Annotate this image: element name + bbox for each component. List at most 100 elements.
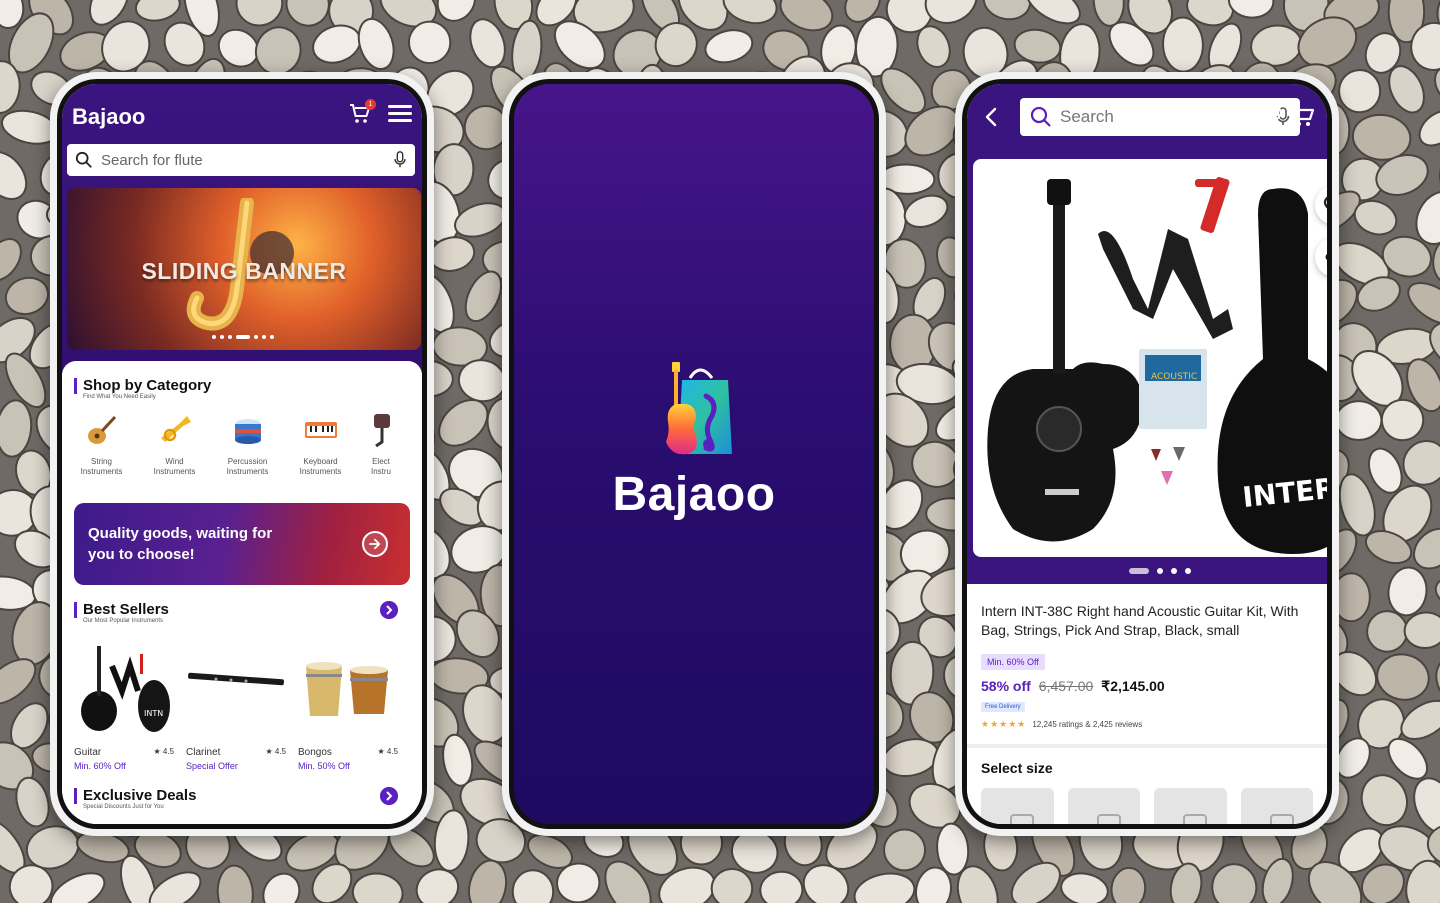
size-option[interactable] [1067,788,1140,824]
pebble [1162,16,1204,73]
category-string[interactable]: String Instruments [74,412,129,477]
best-sellers-subtitle: Our Most Popular Instruments [83,618,164,624]
pebble [1439,143,1440,195]
product-image-carousel[interactable]: ACOUSTIC INTERN [973,159,1327,557]
pebble [1227,0,1275,19]
category-percussion[interactable]: Percussion Instruments [220,412,275,477]
pebble [235,0,284,27]
discount-percent: 58% off [981,678,1031,694]
exclusive-deals-more-icon[interactable] [380,787,398,805]
cart-icon[interactable] [1289,103,1315,129]
pebble [1435,657,1440,701]
product-name: Guitar [74,747,102,758]
arrow-right-icon[interactable] [362,531,388,557]
mic-icon[interactable] [393,151,407,169]
pebble [0,399,33,458]
drum-icon [234,419,261,444]
category-wind[interactable]: Wind Instruments [147,412,202,477]
pebble [1110,866,1147,903]
size-option[interactable] [1240,788,1313,824]
product-offer: Min. 50% Off [298,761,350,771]
home-header: Bajaoo 1 Search for flute SLIDING BANNER [62,84,422,374]
splash-screen: Bajaoo [514,84,874,824]
image-placeholder-icon [1269,814,1294,824]
cart-badge: 1 [365,99,376,110]
search-icon [75,151,92,168]
product-header: Search ACOUSTIC INTERN [967,84,1327,584]
search-input[interactable]: Search for flute [67,144,415,176]
product-rating: ★ 4.5 [153,747,174,756]
product-card-clarinet[interactable]: Clarinet ★ 4.5 Special Offer [186,636,286,771]
bajaoo-logo-icon [666,362,732,455]
size-option[interactable] [981,788,1054,824]
electric-icon [374,414,390,448]
ratings-count: 12,245 ratings & 2,425 reviews [1032,720,1143,729]
pebble [710,868,754,903]
category-keyboard[interactable]: Keyboard Instruments [293,412,348,477]
size-option[interactable] [1154,788,1227,824]
product-offer: Special Offer [186,761,238,771]
exclusive-deals-subtitle: Special Discounts Just for You [83,804,164,810]
pebble [722,0,778,25]
pebble [1407,282,1440,325]
trumpet-icon [160,416,191,442]
category-electronic[interactable]: Elect Instru [366,412,396,477]
menu-icon[interactable] [388,105,412,123]
pebble [0,150,28,200]
clarinet-image [188,672,284,686]
pebble [903,194,949,228]
pebble [511,869,555,903]
sliding-banner[interactable]: SLIDING BANNER [67,188,421,350]
image-placeholder-icon [1010,814,1034,824]
pebble [1211,863,1258,903]
shop-by-category-heading: Shop by Category [74,377,410,394]
promo-text: Quality goods, waiting for you to choose… [88,525,273,563]
star-rating-icon: ★★★★★ [981,719,1027,729]
product-card-guitar[interactable]: INTN Guitar ★ 4.5 Min. 60% Off [74,636,174,771]
pebble [853,872,916,903]
promo-banner[interactable]: Quality goods, waiting for you to choose… [74,503,410,585]
best-sellers-list: INTN Guitar ★ 4.5 Min. 60% Off Clarinet ★ … [74,636,410,771]
svg-text:INTN: INTN [144,709,163,718]
pebble [883,828,927,872]
rating-row: ★★★★★ 12,245 ratings & 2,425 reviews [981,719,1313,730]
wishlist-heart-icon[interactable] [1257,104,1283,130]
best-sellers-heading: Best Sellers [74,601,410,618]
product-name: Bongos [298,747,332,758]
splash-brand-name: Bajaoo [612,468,776,521]
product-card-bongos[interactable]: Bongos ★ 4.5 Min. 50% Off [298,636,398,771]
offer-chip: Min. 60% Off [981,654,1045,670]
price-row: 58% off 6,457.00 ₹2,145.00 [981,678,1313,695]
product-offer: Min. 60% Off [74,761,126,771]
pebble [351,872,404,903]
exclusive-deals-heading: Exclusive Deals [74,787,410,804]
phone-home: Bajaoo 1 Search for flute SLIDING BANNER [50,72,434,836]
carousel-dots [1129,568,1191,574]
image-placeholder-icon [1096,814,1121,824]
sale-price: ₹2,145.00 [1101,678,1165,694]
product-title: Intern INT-38C Right hand Acoustic Guita… [981,603,1299,638]
brand-title: Bajaoo [72,104,146,129]
banner-text: SLIDING BANNER [141,258,347,284]
pebble [262,872,301,903]
product-name: Clarinet [186,747,221,758]
best-sellers-more-icon[interactable] [380,601,398,619]
guitar-kit-image: ACOUSTIC INTERN [987,176,1327,554]
phone-splash: Bajaoo [502,72,886,836]
product-rating: ★ 4.5 [265,747,286,756]
pebble [1387,566,1428,617]
pebble [1403,611,1440,650]
pebble [468,859,508,903]
pebble [4,276,50,316]
pebble [134,0,181,22]
back-arrow-icon[interactable] [983,106,999,128]
pebble [704,29,754,64]
phone-product: Search ACOUSTIC INTERN Intern INT-38C Ri… [955,72,1339,836]
pebble [759,870,804,903]
banner-dots [212,335,274,339]
pebble [1334,400,1383,442]
svg-text:ACOUSTIC: ACOUSTIC [1151,372,1197,382]
size-options [981,788,1313,824]
original-price: 6,457.00 [1038,678,1094,694]
image-placeholder-icon [1183,814,1207,824]
